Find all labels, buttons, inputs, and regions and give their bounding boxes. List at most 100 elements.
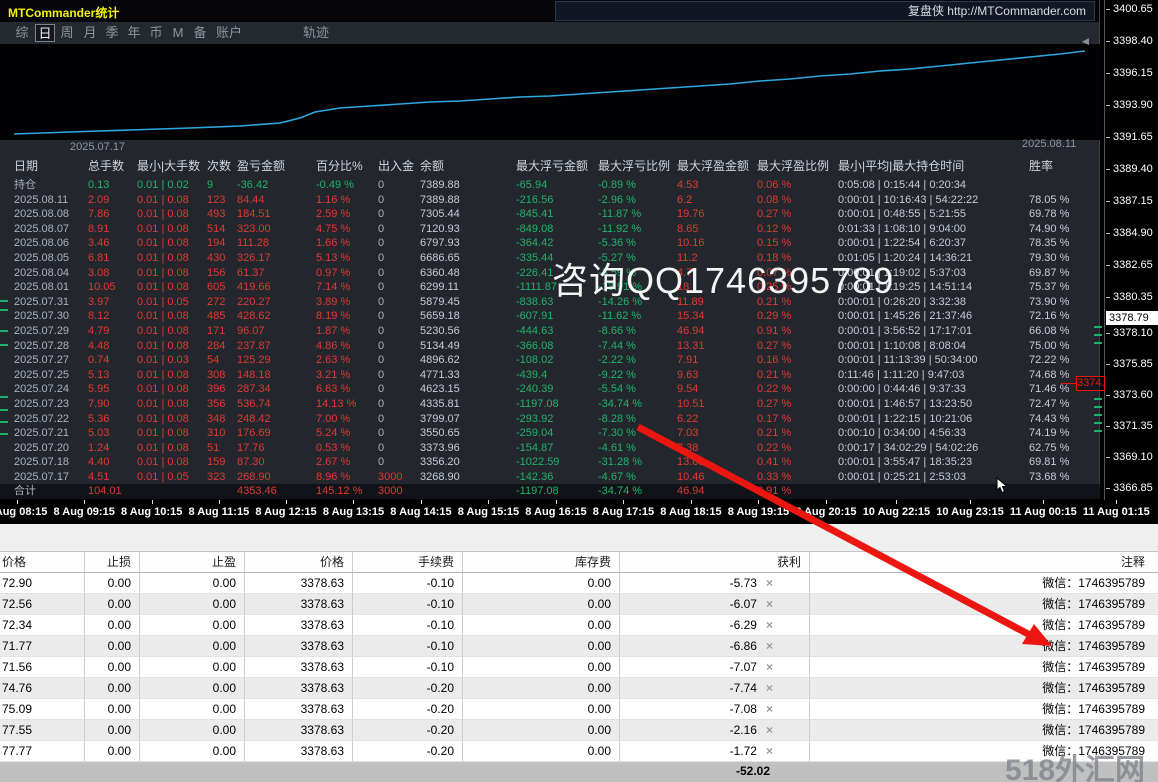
stats-cell-lots: 7.86 xyxy=(88,207,137,222)
stats-cell-max_fu: 19.76 xyxy=(677,207,757,222)
stats-cell-max_fu: 13.31 xyxy=(677,339,757,354)
stats-cell-max_fu: 9.63 xyxy=(677,368,757,383)
positions-header-cell[interactable]: 库存费 xyxy=(463,552,620,573)
positions-header-row: 价格止损止盈价格手续费库存费获利注释 xyxy=(0,552,1158,573)
stats-cell-max_dd_pct: -2.96 % xyxy=(598,193,677,208)
stats-row[interactable]: 2025.08.043.080.01 | 0.0815661.370.97 %0… xyxy=(0,266,1100,281)
menu-item-zong[interactable]: 综 xyxy=(12,24,32,42)
stats-cell-max_fu: 7.91 xyxy=(677,353,757,368)
stats-cell-pnl: 268.90 xyxy=(237,470,316,485)
menu-item-year[interactable]: 年 xyxy=(124,24,144,42)
stats-cell-max_dd_pct: -34.74 % xyxy=(598,397,677,412)
stats-row[interactable]: 2025.08.056.810.01 | 0.08430326.175.13 %… xyxy=(0,251,1100,266)
stats-cell-pnl: -36.42 xyxy=(237,178,316,193)
stats-row[interactable]: 2025.07.174.510.01 | 0.05323268.908.96 %… xyxy=(0,470,1100,485)
stats-cell-balance: 6299.11 xyxy=(420,280,516,295)
panel-collapse-arrow[interactable]: ◀ xyxy=(1082,36,1089,47)
stats-row[interactable]: 2025.07.237.900.01 | 0.08356536.7414.13 … xyxy=(0,397,1100,412)
stats-cell-minmax: 0.01 | 0.08 xyxy=(137,207,207,222)
position-row[interactable]: 72.340.000.003378.63-0.100.00-6.29×微信：17… xyxy=(0,615,1158,636)
stats-row[interactable]: 2025.07.245.950.01 | 0.08396287.346.63 %… xyxy=(0,382,1100,397)
stats-row[interactable]: 合计104.014353.46145.12 %3000-1197.08-34.7… xyxy=(0,484,1100,499)
close-position-icon[interactable]: × xyxy=(766,661,773,673)
position-row[interactable]: 72.560.000.003378.63-0.100.00-6.07×微信：17… xyxy=(0,594,1158,615)
positions-header-cell[interactable]: 止盈 xyxy=(140,552,245,573)
positions-header-cell[interactable]: 价格 xyxy=(245,552,353,573)
stats-row[interactable]: 2025.07.215.030.01 | 0.08310176.695.24 %… xyxy=(0,426,1100,441)
stats-row[interactable]: 持仓0.130.01 | 0.029-36.42-0.49 %07389.88-… xyxy=(0,178,1100,193)
stats-row[interactable]: 2025.08.087.860.01 | 0.08493184.512.59 %… xyxy=(0,207,1100,222)
time-axis[interactable]: 8 Aug 08:158 Aug 09:158 Aug 10:158 Aug 1… xyxy=(0,500,1158,524)
positions-header-cell[interactable]: 获利 xyxy=(620,552,810,573)
menu-item-m[interactable]: M xyxy=(168,24,188,42)
position-row[interactable]: 71.560.000.003378.63-0.100.00-7.07×微信：17… xyxy=(0,657,1158,678)
positions-header-cell[interactable]: 注释 xyxy=(810,552,1158,573)
position-row[interactable]: 77.550.000.003378.63-0.200.00-2.16×微信：17… xyxy=(0,720,1158,741)
close-position-icon[interactable]: × xyxy=(766,577,773,589)
position-row[interactable]: 77.770.000.003378.63-0.200.00-1.72×微信：17… xyxy=(0,741,1158,762)
stats-cell-hold: 0:00:01 | 11:13:39 | 50:34:00 xyxy=(838,353,1029,368)
stats-header-cell: 最大浮盈金额 xyxy=(677,156,757,176)
stats-cell-date: 2025.07.25 xyxy=(14,368,88,383)
stats-row[interactable]: 2025.07.184.400.01 | 0.0815987.302.67 %0… xyxy=(0,455,1100,470)
close-position-icon[interactable]: × xyxy=(766,745,773,757)
stats-row[interactable]: 2025.07.255.130.01 | 0.08308148.183.21 %… xyxy=(0,368,1100,383)
stats-row[interactable]: 2025.07.270.740.01 | 0.0354125.292.63 %0… xyxy=(0,353,1100,368)
menu-item-track[interactable]: 轨迹 xyxy=(303,24,329,42)
stats-cell-win xyxy=(1029,484,1100,499)
position-cell-comment: 微信：1746395789 xyxy=(810,636,1158,657)
menu-item-backup[interactable]: 备 xyxy=(190,24,210,42)
current-price-box: 3378.79 xyxy=(1106,311,1158,325)
price-axis[interactable]: 3400.653398.403396.153393.903391.653389.… xyxy=(1104,0,1158,500)
stats-cell-count: 123 xyxy=(207,193,237,208)
stats-row[interactable]: 2025.07.225.360.01 | 0.08348248.427.00 %… xyxy=(0,412,1100,427)
positions-header-cell[interactable]: 手续费 xyxy=(353,552,463,573)
stats-cell-max_fu: 6.2 xyxy=(677,193,757,208)
position-row[interactable]: 75.090.000.003378.63-0.200.00-7.08×微信：17… xyxy=(0,699,1158,720)
position-row[interactable]: 71.770.000.003378.63-0.100.00-6.86×微信：17… xyxy=(0,636,1158,657)
stats-row[interactable]: 2025.07.284.480.01 | 0.08284237.874.86 %… xyxy=(0,339,1100,354)
stats-row[interactable]: 2025.07.201.240.01 | 0.085117.760.53 %03… xyxy=(0,441,1100,456)
stats-row[interactable]: 2025.08.112.090.01 | 0.0812384.441.16 %0… xyxy=(0,193,1100,208)
menu-item-currency[interactable]: 币 xyxy=(146,24,166,42)
profit-value: -2.16 xyxy=(730,720,757,741)
stats-cell-max_dd: -65.94 xyxy=(516,178,598,193)
time-axis-label: 11 Aug 00:15 xyxy=(1010,506,1077,518)
menu-item-month[interactable]: 月 xyxy=(80,24,100,42)
close-position-icon[interactable]: × xyxy=(766,619,773,631)
stats-row[interactable]: 2025.08.0110.050.01 | 0.08605419.667.14 … xyxy=(0,280,1100,295)
stats-row[interactable]: 2025.07.313.970.01 | 0.05272220.273.89 %… xyxy=(0,295,1100,310)
price-axis-label: 3382.65 xyxy=(1113,259,1153,271)
position-cell-swap: 0.00 xyxy=(463,699,620,720)
equity-curve-chart[interactable] xyxy=(0,44,1100,140)
tick-dash xyxy=(1094,342,1102,344)
tick-dash xyxy=(0,330,8,332)
panel-titlebar[interactable]: MTCommander统计 复盘侠 http://MTCommander.com xyxy=(0,0,1099,22)
menu-item-day[interactable]: 日 xyxy=(35,24,55,42)
stats-cell-count: 323 xyxy=(207,470,237,485)
positions-header-cell[interactable]: 止损 xyxy=(85,552,140,573)
close-position-icon[interactable]: × xyxy=(766,640,773,652)
menu-item-account[interactable]: 账户 xyxy=(213,24,245,42)
close-position-icon[interactable]: × xyxy=(766,703,773,715)
menu-item-week[interactable]: 周 xyxy=(57,24,77,42)
stats-cell-count: 308 xyxy=(207,368,237,383)
position-cell-price: 3378.63 xyxy=(245,615,353,636)
close-position-icon[interactable]: × xyxy=(766,682,773,694)
stats-cell-inout: 0 xyxy=(378,280,420,295)
stats-row[interactable]: 2025.07.308.120.01 | 0.08485428.628.19 %… xyxy=(0,309,1100,324)
stats-row[interactable]: 2025.08.078.910.01 | 0.08514323.004.75 %… xyxy=(0,222,1100,237)
position-cell-sl: 0.00 xyxy=(85,594,140,615)
position-row[interactable]: 74.760.000.003378.63-0.200.00-7.74×微信：17… xyxy=(0,678,1158,699)
stats-cell-minmax xyxy=(137,484,207,499)
stats-cell-pnl: 125.29 xyxy=(237,353,316,368)
position-row[interactable]: 72.900.000.003378.63-0.100.00-5.73×微信：17… xyxy=(0,573,1158,594)
brand-link[interactable]: 复盘侠 http://MTCommander.com xyxy=(555,1,1095,21)
stats-row[interactable]: 2025.08.063.460.01 | 0.08194111.281.66 %… xyxy=(0,236,1100,251)
close-position-icon[interactable]: × xyxy=(766,598,773,610)
stats-cell-minmax: 0.01 | 0.08 xyxy=(137,368,207,383)
positions-header-cell[interactable]: 价格 xyxy=(0,552,85,573)
close-position-icon[interactable]: × xyxy=(766,724,773,736)
stats-row[interactable]: 2025.07.294.790.01 | 0.0817196.071.87 %0… xyxy=(0,324,1100,339)
menu-item-quarter[interactable]: 季 xyxy=(102,24,122,42)
